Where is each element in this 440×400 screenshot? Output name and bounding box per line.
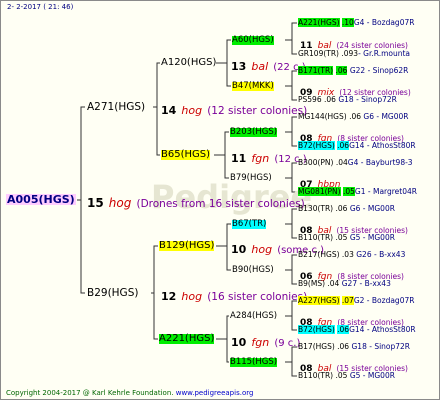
gen4-queen[interactable]: MG081(PN) .05G1 - Margret04R — [298, 187, 417, 196]
gen2-info: 11 fgn (12 c.) — [231, 152, 307, 165]
gen1-queen[interactable]: B29(HGS) — [87, 288, 138, 299]
gen3-queen[interactable]: A60(HGS) — [232, 36, 274, 45]
gen2-info: 13 bal (22 c.) — [231, 60, 306, 73]
root-code: hog — [108, 196, 132, 210]
gen4-queen[interactable]: B110(TR) .05 G5 - MG00R — [298, 372, 395, 380]
root-count: 15 — [87, 196, 104, 210]
gen4-queen[interactable]: PS596 .06 G18 - Sinop72R — [298, 96, 397, 104]
gen3-queen[interactable]: B115(HGS) — [230, 358, 278, 367]
pedigree-chart: { "header": { "date": "2- 2-2017 ( 21: 4… — [0, 0, 440, 400]
copyright-text: Copyright 2004-2017 @ Karl Kehrle Founda… — [6, 389, 174, 397]
footer: Copyright 2004-2017 @ Karl Kehrle Founda… — [6, 390, 253, 397]
gen4-queen[interactable]: B217(HGS) .03 G26 - B-xx43 — [298, 251, 405, 259]
gen4-queen[interactable]: B72(HGS) .06G14 - AthosSt80R — [298, 325, 416, 334]
gen2-info: 10 fgn (9 c.) — [231, 336, 301, 349]
gen2-queen[interactable]: A120(HGS) — [161, 58, 216, 68]
gen4-queen[interactable]: B110(TR) .05 G5 - MG00R — [298, 234, 395, 242]
root-desc: (Drones from 16 sister colonies) — [136, 198, 305, 210]
gen2-queen[interactable]: B65(HGS) — [161, 150, 211, 160]
gen4-queen[interactable]: B171(TR) .06 G22 - Sinop62R — [298, 66, 408, 75]
gen3-queen[interactable]: B90(HGS) — [232, 266, 274, 275]
generated-date: 2- 2-2017 ( 21: 46) — [7, 3, 74, 11]
gen4-queen[interactable]: B72(HGS) .06G14 - AthosSt80R — [298, 141, 416, 150]
gen4-queen[interactable]: B300(PN) .04G4 - Bayburt98-3 — [298, 159, 413, 167]
gen2-queen[interactable]: A221(HGS) — [159, 334, 215, 344]
gen3-queen[interactable]: B67(TR) — [232, 220, 267, 229]
gen4-queen[interactable]: A221(HGS) .10G4 - Bozdag07R — [298, 18, 414, 27]
gen1-queen[interactable]: A271(HGS) — [87, 102, 145, 113]
gen4-queen[interactable]: B17(HGS) .06 G18 - Sinop72R — [298, 343, 410, 351]
gen4-queen[interactable]: B9(MS) .04 G27 - B-xx43 — [298, 280, 391, 288]
footer-link[interactable]: www.pedigreeapis.org — [176, 389, 254, 397]
gen4-queen[interactable]: MG144(HGS) .06 G6 - MG00R — [298, 113, 409, 121]
gen2-queen[interactable]: B129(HGS) — [159, 241, 215, 251]
gen3-queen[interactable]: B47(MKK) — [232, 82, 274, 91]
gen4-queen[interactable]: A227(HGS) .07G2 - Bozdag07R — [298, 296, 414, 305]
root-info: 15 hog (Drones from 16 sister colonies) — [87, 194, 305, 210]
gen4-queen[interactable]: B130(TR) .06 G6 - MG00R — [298, 205, 395, 213]
gen3-queen[interactable]: B79(HGS) — [230, 174, 272, 183]
gen1-info: 14 hog (12 sister colonies) — [161, 104, 308, 117]
gen3-queen[interactable]: A284(HGS) — [230, 312, 277, 321]
gen1-info: 12 hog (16 sister colonies) — [161, 290, 308, 303]
gen4-queen[interactable]: GR109(TR) .093- Gr.R.mounta — [298, 50, 410, 58]
root-queen[interactable]: A005(HGS) — [6, 194, 76, 205]
gen3-queen[interactable]: B203(HGS) — [230, 128, 278, 137]
